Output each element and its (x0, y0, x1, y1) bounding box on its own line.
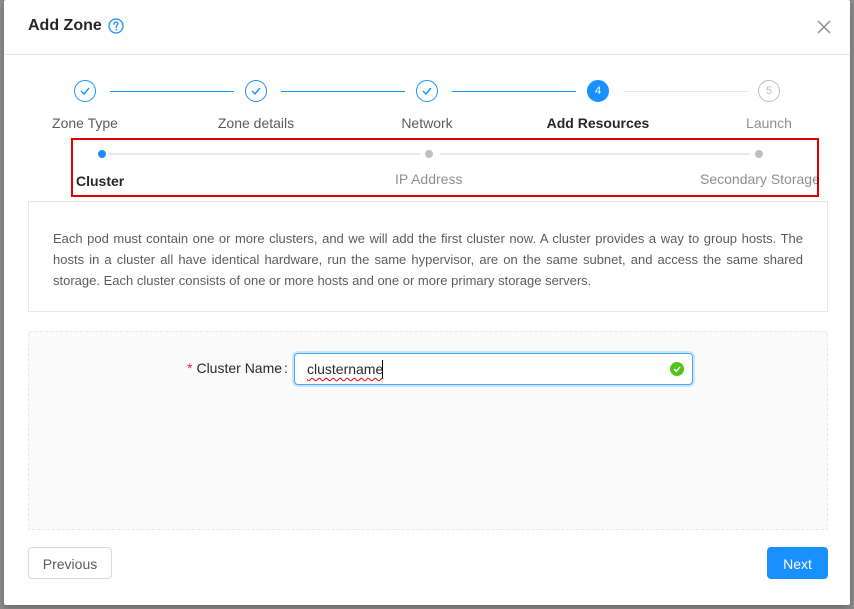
sub-step-label-secondary-storage: Secondary Storage (700, 171, 820, 187)
step-label-zone-details: Zone details (217, 115, 295, 131)
sub-step-connector (108, 153, 420, 155)
previous-button[interactable]: Previous (28, 547, 112, 579)
description-text: Each pod must contain one or more cluste… (53, 231, 803, 288)
step-connector (281, 91, 405, 92)
step-connector (623, 91, 747, 92)
add-zone-modal: Add Zone 4 5 Zone Type Zone details Netw… (4, 0, 850, 605)
text-caret (382, 360, 383, 378)
step-label-zone-type: Zone Type (52, 115, 118, 131)
check-circle-icon (670, 362, 684, 376)
cluster-name-input[interactable]: clustername (294, 353, 693, 385)
step-label-network: Network (401, 115, 453, 131)
wizard-steps: 4 5 Zone Type Zone details Network Add R… (4, 0, 850, 140)
sub-step-label-ip-address: IP Address (395, 171, 463, 187)
sub-step-cluster-dot (98, 150, 106, 158)
sub-step-connector (440, 153, 750, 155)
step-network-check-icon (416, 80, 438, 102)
cluster-name-label: * Cluster Name: (187, 360, 288, 376)
sub-step-ip-address-dot (425, 150, 433, 158)
next-button[interactable]: Next (767, 547, 828, 579)
cluster-name-label-text: Cluster Name (196, 360, 283, 376)
cluster-form: * Cluster Name: clustername (28, 331, 828, 530)
sub-step-secondary-storage-dot (755, 150, 763, 158)
step-zone-type-check-icon (74, 80, 96, 102)
cluster-name-value: clustername (307, 361, 384, 377)
step-add-resources-number: 4 (587, 80, 609, 102)
label-colon: : (284, 360, 288, 376)
step-zone-details-check-icon (245, 80, 267, 102)
sub-step-label-cluster: Cluster (76, 173, 125, 189)
step-connector (452, 91, 576, 92)
description-panel: Each pod must contain one or more cluste… (28, 201, 828, 312)
step-label-add-resources: Add Resources (546, 115, 650, 131)
required-mark: * (187, 360, 193, 376)
step-connector (110, 91, 234, 92)
step-launch-number: 5 (758, 80, 780, 102)
highlight-box (71, 138, 819, 197)
step-label-launch: Launch (746, 115, 792, 131)
